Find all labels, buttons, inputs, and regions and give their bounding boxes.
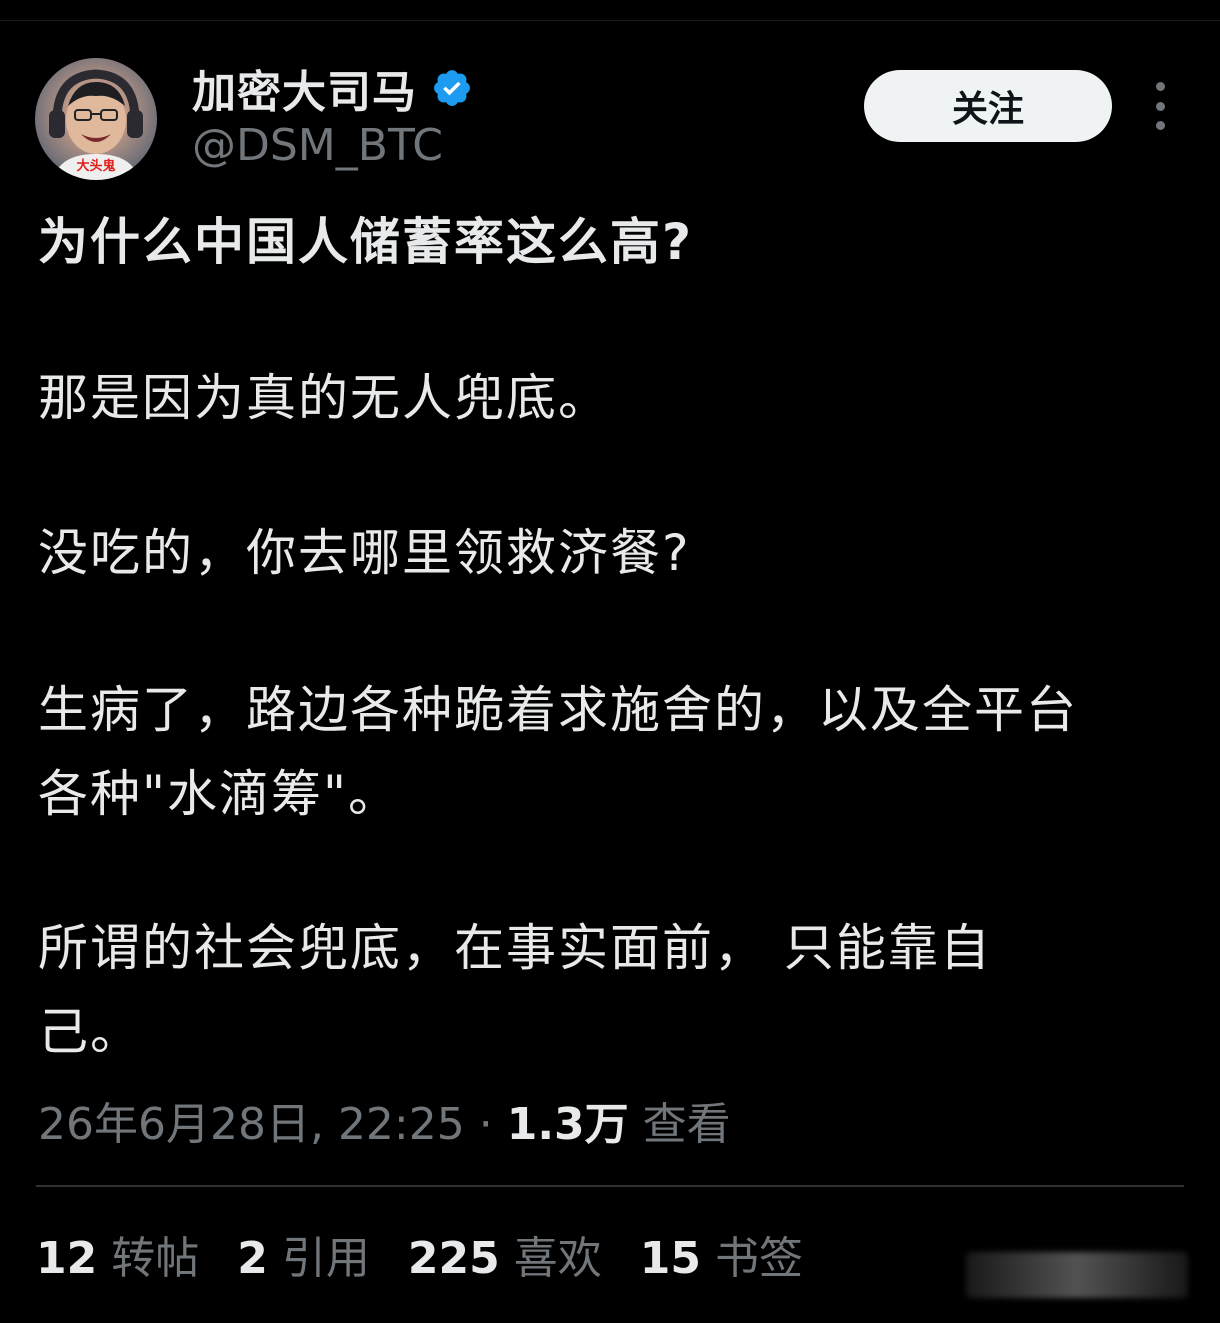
views-label: 查看 bbox=[628, 1099, 731, 1150]
tweet-timestamp[interactable]: 26年6月28日, 22:25 bbox=[38, 1099, 465, 1150]
tweet-text-line: 为什么中国人储蓄率这么高? bbox=[38, 213, 694, 271]
stat-number: 2 bbox=[237, 1233, 268, 1284]
tweet-text-line: 各种"水滴筹"。 bbox=[38, 765, 400, 823]
engagement-stats: 12 转帖 2 引用 225 喜欢 15 书签 bbox=[36, 1222, 803, 1286]
verified-badge-icon bbox=[434, 70, 470, 106]
avatar-photo-icon: 大头鬼 bbox=[49, 69, 143, 180]
svg-text:大头鬼: 大头鬼 bbox=[76, 158, 115, 174]
author-display-name[interactable]: 加密大司马 bbox=[192, 56, 417, 120]
stat-label: 喜欢 bbox=[513, 1233, 602, 1284]
stat-label: 转帖 bbox=[111, 1233, 200, 1284]
tweet-text-line: 没吃的，你去哪里领救济餐? bbox=[38, 524, 691, 582]
author-handle[interactable]: @DSM_BTC bbox=[192, 120, 443, 171]
more-dot bbox=[1155, 101, 1165, 111]
more-vertical-icon[interactable] bbox=[1140, 82, 1180, 130]
tweet-text-line: 所谓的社会兜底，在事实面前， 只能靠自 bbox=[38, 919, 992, 977]
follow-button[interactable]: 关注 bbox=[864, 70, 1112, 142]
tweet-text-line: 生病了，路边各种跪着求施舍的，以及全平台 bbox=[38, 681, 1078, 739]
stat-number: 15 bbox=[639, 1233, 701, 1284]
tweet-text-line: 己。 bbox=[38, 1003, 142, 1061]
stat-number: 225 bbox=[407, 1233, 500, 1284]
views-count: 1.3万 bbox=[506, 1099, 629, 1150]
avatar[interactable]: 大头鬼 bbox=[35, 58, 157, 180]
more-dot bbox=[1155, 82, 1165, 91]
stats-divider bbox=[36, 1185, 1184, 1187]
top-divider bbox=[0, 20, 1220, 21]
stat-number: 12 bbox=[36, 1233, 98, 1284]
bookmarks-stat[interactable]: 15 书签 bbox=[640, 1222, 803, 1286]
blurred-watermark bbox=[966, 1252, 1188, 1298]
stat-label: 引用 bbox=[281, 1233, 370, 1284]
more-dot bbox=[1155, 121, 1165, 130]
tweet-text-line: 那是因为真的无人兜底。 bbox=[38, 369, 610, 427]
tweet-meta: 26年6月28日, 22:25 · 1.3万 查看 bbox=[38, 1088, 731, 1152]
stat-label: 书签 bbox=[714, 1233, 803, 1284]
meta-separator: · bbox=[464, 1099, 507, 1150]
retweets-stat[interactable]: 12 转帖 bbox=[36, 1222, 199, 1286]
author-name-row: 加密大司马 bbox=[192, 62, 473, 118]
quotes-stat[interactable]: 2 引用 bbox=[237, 1222, 370, 1286]
likes-stat[interactable]: 225 喜欢 bbox=[408, 1222, 602, 1286]
